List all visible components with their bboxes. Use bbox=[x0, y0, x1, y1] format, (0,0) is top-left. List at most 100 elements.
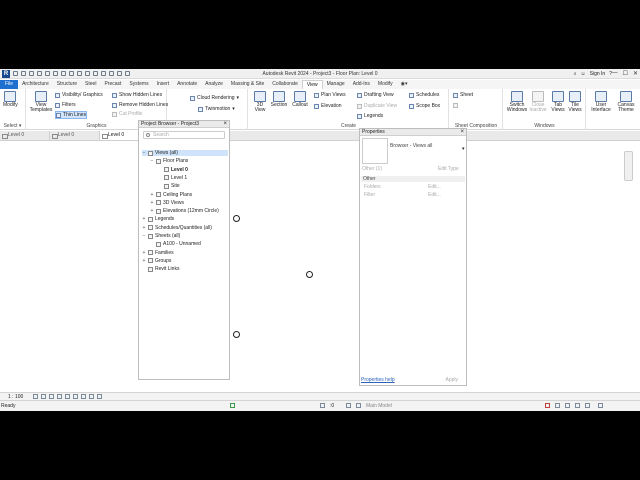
elevation-marker-north[interactable] bbox=[233, 215, 240, 222]
view-tab-level-0-a[interactable]: Level 0 bbox=[0, 131, 50, 140]
duplicate-view-button[interactable]: Duplicate View bbox=[357, 103, 397, 109]
tree-toggle-icon[interactable]: − bbox=[142, 150, 146, 156]
tab-structure[interactable]: Structure bbox=[53, 80, 81, 89]
tab-architecture[interactable]: Architecture bbox=[18, 80, 53, 89]
tab-view[interactable]: View bbox=[301, 80, 323, 89]
select-links-icon[interactable] bbox=[545, 403, 550, 408]
callout-button[interactable]: Callout bbox=[290, 91, 310, 108]
shadows-icon[interactable] bbox=[57, 394, 62, 399]
tree-item[interactable]: − Floor Plans bbox=[150, 158, 189, 164]
tree-toggle-icon[interactable]: − bbox=[142, 233, 146, 239]
tree-item[interactable]: + Schedules/Quantities (all) bbox=[142, 225, 212, 231]
schedules-button[interactable]: Schedules bbox=[409, 92, 439, 98]
select-group-title[interactable]: Select ▾ bbox=[0, 123, 25, 129]
tile-views-button[interactable]: Tile Views bbox=[567, 91, 583, 113]
drawing-canvas[interactable] bbox=[0, 141, 640, 392]
select-by-face-icon[interactable] bbox=[575, 403, 580, 408]
sheet-button[interactable]: Sheet bbox=[453, 92, 473, 98]
tab-views-button[interactable]: Tab Views bbox=[550, 91, 566, 113]
properties-help-link[interactable]: Properties help bbox=[361, 377, 395, 383]
detail-level-icon[interactable] bbox=[33, 394, 38, 399]
sun-path-icon[interactable] bbox=[49, 394, 54, 399]
prop-folders-edit-button[interactable]: Edit... bbox=[428, 184, 441, 190]
visibility-graphics-button[interactable]: Visibility/ Graphics bbox=[55, 92, 103, 98]
modify-button[interactable]: Modify bbox=[3, 91, 18, 108]
visual-style-icon[interactable] bbox=[41, 394, 46, 399]
tab-analyze[interactable]: Analyze bbox=[201, 80, 227, 89]
project-browser-search[interactable]: Search bbox=[143, 131, 225, 139]
tab-manage[interactable]: Manage bbox=[323, 80, 349, 89]
tab-annotate[interactable]: Annotate bbox=[173, 80, 201, 89]
tree-item[interactable]: +3D Views bbox=[150, 200, 185, 206]
switch-windows-button[interactable]: Switch Windows bbox=[507, 91, 527, 113]
design-option-icon[interactable] bbox=[356, 403, 361, 408]
analytical-model-icon[interactable] bbox=[97, 394, 102, 399]
tree-item[interactable]: Level 1 bbox=[158, 175, 187, 181]
tree-item[interactable]: − Views (all) bbox=[142, 150, 228, 156]
tree-toggle-icon[interactable]: + bbox=[150, 208, 154, 214]
instance-filter[interactable]: Other (1) bbox=[362, 166, 382, 172]
tree-toggle-icon[interactable]: − bbox=[150, 158, 154, 164]
close-button[interactable]: ✕ bbox=[633, 70, 638, 77]
view-placement-button[interactable] bbox=[453, 103, 458, 108]
tree-item[interactable]: + Groups bbox=[142, 258, 172, 264]
properties-close-icon[interactable]: × bbox=[460, 129, 464, 135]
other-section-header[interactable]: Other bbox=[361, 176, 465, 182]
show-hidden-lines-button[interactable]: Show Hidden Lines bbox=[112, 92, 162, 98]
crop-view-icon[interactable] bbox=[65, 394, 70, 399]
tree-toggle-icon[interactable]: + bbox=[150, 192, 154, 198]
project-browser-close-icon[interactable]: × bbox=[223, 121, 227, 127]
tab-insert[interactable]: Insert bbox=[153, 80, 174, 89]
close-inactive-button[interactable]: Close Inactive bbox=[529, 91, 547, 113]
canvas-theme-button[interactable]: Canvas Theme bbox=[615, 91, 637, 113]
tab-massing-site[interactable]: Massing & Site bbox=[227, 80, 268, 89]
elevation-button[interactable]: Elevation bbox=[314, 103, 342, 109]
tab-add-ins[interactable]: Add-Ins bbox=[349, 80, 374, 89]
tree-toggle-icon[interactable]: + bbox=[150, 200, 154, 206]
tree-item[interactable]: A100 - Unnamed bbox=[150, 241, 201, 247]
tree-item[interactable]: + Elevations (12mm Circle) bbox=[150, 208, 219, 214]
view-templates-button[interactable]: View Templates bbox=[30, 91, 52, 113]
workset-icon[interactable] bbox=[230, 403, 235, 408]
tree-toggle-icon[interactable]: + bbox=[142, 258, 146, 264]
filter-counter-icon[interactable] bbox=[320, 403, 325, 408]
sign-in-link[interactable]: Sign In bbox=[590, 71, 606, 77]
tree-item[interactable]: Site bbox=[158, 183, 180, 189]
cloud-rendering-button[interactable]: Cloud Rendering ▾ bbox=[190, 95, 239, 101]
cut-profile-button[interactable]: Cut Profile bbox=[112, 111, 142, 117]
drafting-view-button[interactable]: Drafting View bbox=[357, 92, 394, 98]
elevation-marker-south[interactable] bbox=[233, 331, 240, 338]
scope-box-button[interactable]: Scope Box bbox=[409, 103, 440, 109]
elevation-marker-east[interactable] bbox=[306, 271, 313, 278]
tree-toggle-icon[interactable]: + bbox=[142, 225, 146, 231]
temp-hide-icon[interactable] bbox=[81, 394, 86, 399]
twinmotion-button[interactable]: Twinmotion ▾ bbox=[198, 106, 235, 112]
editable-only-icon[interactable] bbox=[346, 403, 351, 408]
user-interface-button[interactable]: User Interface bbox=[590, 91, 612, 113]
tab-options-dropdown[interactable]: ◉▾ bbox=[397, 80, 412, 89]
active-model-dropdown[interactable]: Main Model bbox=[366, 403, 392, 409]
prop-filter-edit-button[interactable]: Edit... bbox=[428, 192, 441, 198]
show-crop-icon[interactable] bbox=[73, 394, 78, 399]
navigation-bar[interactable] bbox=[624, 151, 633, 181]
thin-lines-button[interactable]: Thin Lines bbox=[55, 111, 88, 119]
tree-item[interactable]: + Ceiling Plans bbox=[150, 192, 193, 198]
legends-button[interactable]: Legends bbox=[357, 113, 383, 119]
filter-icon[interactable] bbox=[598, 403, 603, 408]
tree-item[interactable]: Revit Links bbox=[142, 266, 179, 272]
tab-steel[interactable]: Steel bbox=[81, 80, 100, 89]
remove-hidden-lines-button[interactable]: Remove Hidden Lines bbox=[112, 102, 168, 108]
tree-item[interactable]: + Families bbox=[142, 250, 174, 256]
reveal-hidden-icon[interactable] bbox=[89, 394, 94, 399]
apply-button[interactable]: Apply bbox=[445, 377, 458, 383]
tab-file[interactable]: File bbox=[0, 80, 19, 89]
tree-item[interactable]: + Legends bbox=[142, 216, 175, 222]
tree-toggle-icon[interactable]: + bbox=[142, 250, 146, 256]
tab-collaborate[interactable]: Collaborate bbox=[268, 80, 302, 89]
edit-type-button[interactable]: Edit Type bbox=[438, 166, 459, 172]
tab-systems[interactable]: Systems bbox=[125, 80, 152, 89]
search-icon[interactable]: ⌕ bbox=[574, 71, 577, 77]
3d-view-button[interactable]: 3D View bbox=[252, 91, 268, 113]
minimize-button[interactable]: — bbox=[612, 70, 618, 77]
type-selector[interactable]: Browser - Views all bbox=[390, 143, 462, 149]
